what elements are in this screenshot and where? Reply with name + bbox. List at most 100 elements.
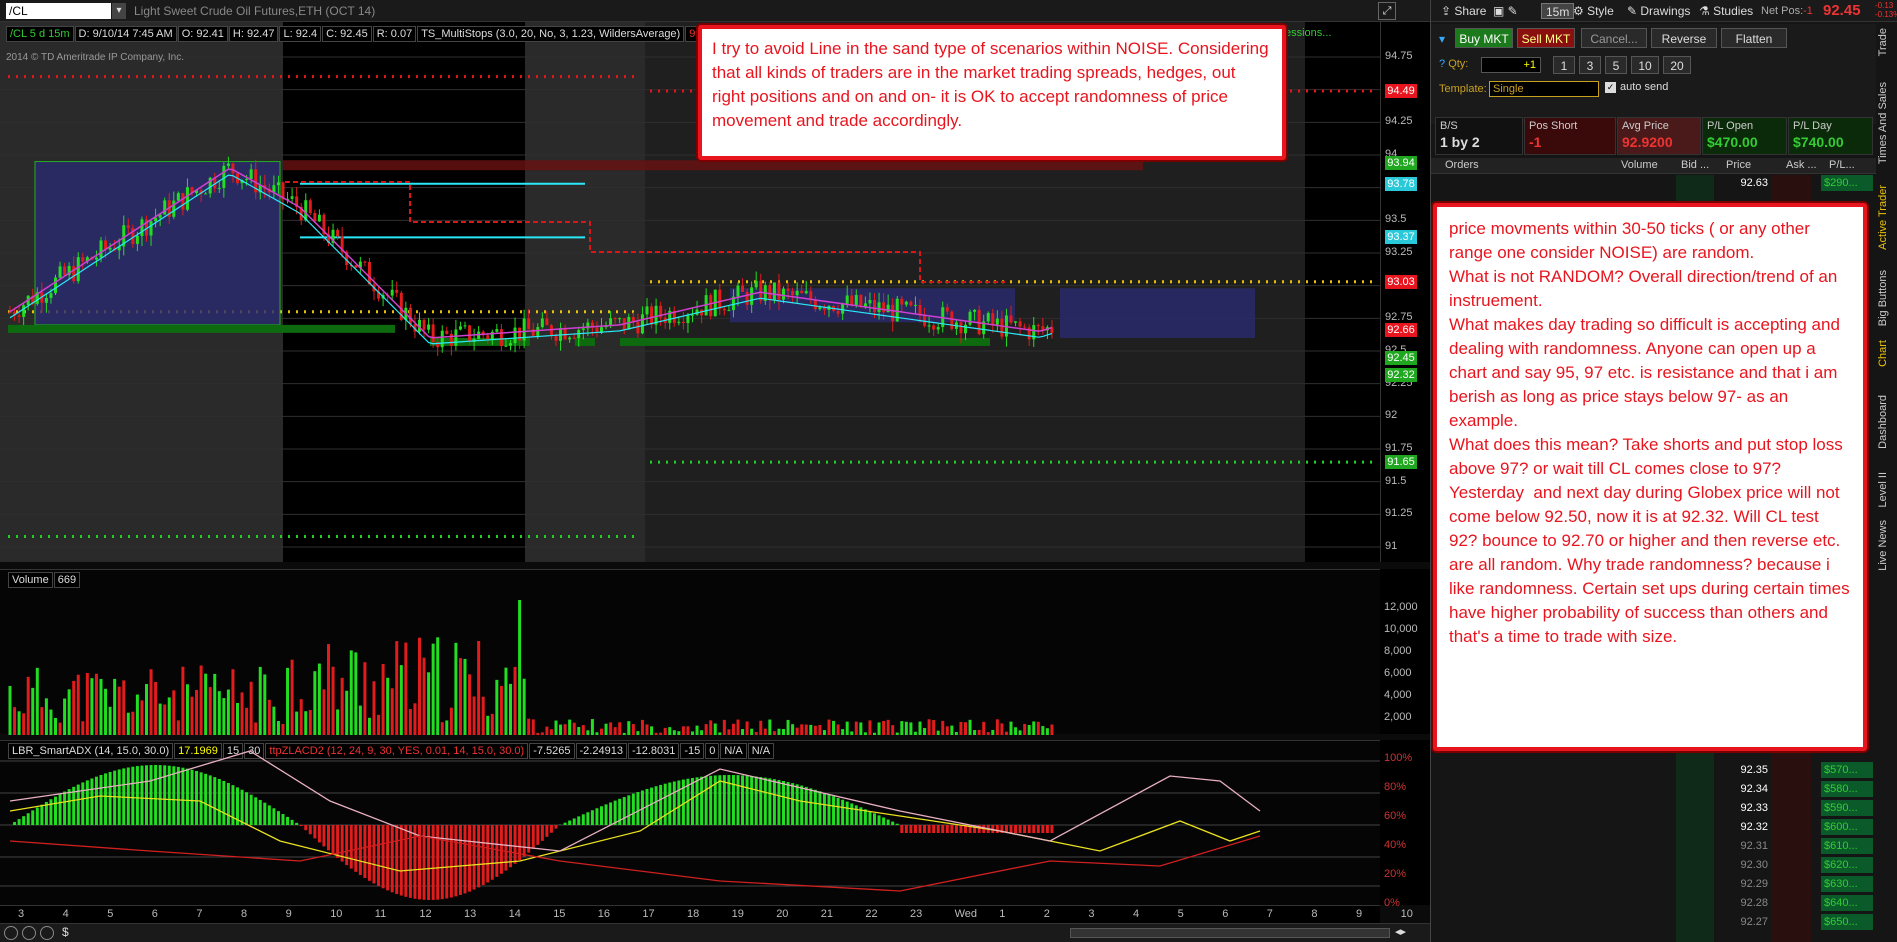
candle-body — [1036, 325, 1040, 327]
qty-1-button[interactable]: 1 — [1553, 56, 1575, 74]
side-tab[interactable]: Big Buttons — [1877, 270, 1895, 326]
sell-mkt-button[interactable]: Sell MKT — [1517, 28, 1575, 48]
side-tab[interactable]: Chart — [1877, 340, 1895, 367]
pl-header[interactable]: P/L... — [1829, 159, 1855, 171]
volume-bar — [549, 729, 553, 735]
candle-body — [454, 329, 458, 346]
collapse-icon[interactable]: ▾ — [1439, 32, 1445, 46]
time-axis-label: 10 — [330, 908, 343, 920]
time-axis-label: 4 — [62, 908, 69, 920]
info-open: O: 92.41 — [177, 26, 228, 42]
tools-icon[interactable]: ▣ ✎ — [1493, 2, 1518, 20]
ask-header[interactable]: Ask ... — [1786, 159, 1817, 171]
price-header[interactable]: Price — [1726, 159, 1751, 171]
style-button[interactable]: ⚙ Style — [1573, 2, 1614, 20]
qty-10-button[interactable]: 10 — [1631, 56, 1659, 74]
expand-icon[interactable]: ⤢ — [1378, 2, 1396, 20]
osc-bar — [950, 825, 954, 833]
volume-bar — [40, 707, 44, 735]
ladder-top-price[interactable]: 92.63 — [1718, 175, 1768, 191]
side-tab[interactable]: Level II — [1877, 472, 1895, 507]
time-axis-label: 1 — [999, 908, 1006, 920]
drawings-button[interactable]: ✎ Drawings — [1627, 2, 1690, 20]
volume-bar — [199, 665, 203, 735]
template-select[interactable]: Single — [1489, 81, 1599, 97]
candle-body — [172, 200, 176, 217]
volume-bar — [436, 637, 440, 735]
side-tab[interactable]: Times And Sales — [1877, 82, 1895, 164]
candle-body — [1018, 321, 1022, 327]
ladder-price[interactable]: 92.29 — [1718, 876, 1768, 892]
candle-body — [1000, 318, 1004, 337]
volume-bar — [399, 665, 403, 735]
time-axis-label: 19 — [731, 908, 744, 920]
studies-button[interactable]: ⚗ Studies — [1699, 2, 1753, 20]
candle-body — [945, 307, 949, 312]
ladder-price[interactable]: 92.28 — [1718, 895, 1768, 911]
volume-bar — [745, 721, 749, 735]
volume-bar — [481, 696, 485, 735]
volume-bar — [240, 692, 244, 735]
volume-bar — [636, 731, 640, 735]
crosshair-icon[interactable] — [40, 926, 54, 940]
interval-selector[interactable]: 15m — [1541, 3, 1575, 19]
volume-bar — [595, 732, 599, 735]
volume-bar — [1014, 727, 1018, 735]
qty-5-button[interactable]: 5 — [1605, 56, 1627, 74]
zoom-out-icon[interactable] — [22, 926, 36, 940]
osc-bar — [995, 825, 999, 833]
ladder-price[interactable]: 92.27 — [1718, 914, 1768, 930]
osc-bar — [636, 792, 640, 825]
side-tab[interactable]: Active Trader — [1877, 185, 1895, 250]
ladder-price[interactable]: 92.33 — [1718, 800, 1768, 816]
ladder-price[interactable]: 92.31 — [1718, 838, 1768, 854]
volume-bar — [772, 731, 776, 735]
volume-bar — [590, 719, 594, 735]
side-tab[interactable]: Dashboard — [1877, 395, 1895, 449]
reverse-button[interactable]: Reverse — [1651, 28, 1717, 48]
candle-body — [800, 290, 804, 294]
help-icon[interactable]: ? — [1439, 58, 1448, 70]
qty-3-button[interactable]: 3 — [1579, 56, 1601, 74]
osc-bar — [490, 825, 494, 880]
plday-box: P/L Day $740.00 — [1788, 117, 1873, 155]
zoom-in-icon[interactable] — [4, 926, 18, 940]
qty-20-button[interactable]: 20 — [1663, 56, 1691, 74]
side-tab[interactable]: Trade — [1877, 28, 1895, 56]
bid-header[interactable]: Bid ... — [1681, 159, 1709, 171]
volume-bar — [854, 721, 858, 735]
dollar-icon[interactable]: $ — [62, 925, 69, 939]
osc-bar — [222, 780, 226, 825]
qty-input[interactable]: +1 — [1481, 57, 1541, 73]
volume-bar — [618, 722, 622, 735]
flatten-button[interactable]: Flatten — [1721, 28, 1787, 48]
autosend-checkbox[interactable]: ✓ — [1605, 82, 1616, 93]
horizontal-scrollbar[interactable] — [1070, 928, 1390, 938]
sessions-label[interactable]: essions... — [1285, 27, 1331, 39]
osc-bar — [590, 810, 594, 825]
price-tag: 93.78 — [1385, 176, 1417, 191]
volume-bar — [836, 724, 840, 735]
volume-bar — [882, 720, 886, 735]
candle-body — [645, 306, 649, 315]
volume-bar — [986, 732, 990, 735]
ladder-price[interactable]: 92.35 — [1718, 762, 1768, 778]
symbol-input[interactable]: /CL — [6, 3, 111, 19]
time-axis-label: 3 — [18, 908, 25, 920]
volume-bar — [804, 724, 808, 735]
side-tab[interactable]: Live News — [1877, 520, 1895, 571]
candle-body — [727, 310, 731, 312]
buy-mkt-button[interactable]: Buy MKT — [1455, 28, 1513, 48]
candle-body — [636, 321, 640, 334]
scroll-arrows-icon[interactable]: ◂▸ — [1395, 925, 1406, 938]
candle-body — [176, 193, 180, 201]
candle-body — [185, 187, 189, 210]
orders-header[interactable]: Orders — [1445, 159, 1479, 171]
ladder-price[interactable]: 92.34 — [1718, 781, 1768, 797]
candle-body — [549, 325, 553, 337]
volume-header[interactable]: Volume — [1621, 159, 1658, 171]
share-button[interactable]: ⇪ Share — [1441, 2, 1486, 20]
ladder-price[interactable]: 92.30 — [1718, 857, 1768, 873]
ladder-price[interactable]: 92.32 — [1718, 819, 1768, 835]
cancel-button[interactable]: Cancel... — [1581, 28, 1647, 48]
